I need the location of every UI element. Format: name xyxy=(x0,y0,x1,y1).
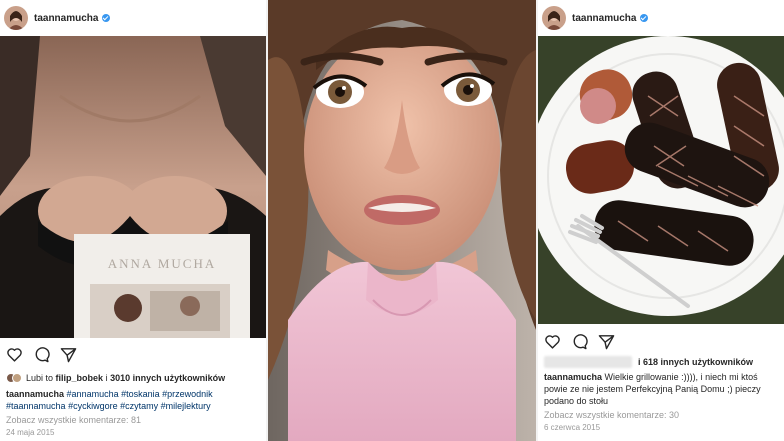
heart-icon[interactable] xyxy=(544,333,561,350)
hashtag[interactable]: #przewodnik xyxy=(162,389,213,399)
verified-icon xyxy=(102,14,111,22)
action-bar xyxy=(538,328,784,354)
left-post: taannamucha ANNA MUCHA Lubi to filip_bob… xyxy=(0,0,266,441)
post-header: taannamucha xyxy=(538,0,784,36)
share-icon[interactable] xyxy=(598,333,615,350)
book-title: ANNA MUCHA xyxy=(108,256,216,271)
caption: taannamucha #annamucha #toskania #przewo… xyxy=(6,388,262,412)
hashtag[interactable]: #milejlektury xyxy=(161,401,211,411)
selfie-photo xyxy=(268,0,536,441)
caption-area: Lubi to filip_bobek i 3010 innych użytko… xyxy=(6,372,262,439)
hashtag[interactable]: #cyckiwgore xyxy=(68,401,118,411)
comment-icon[interactable] xyxy=(33,346,50,363)
post-date: 24 maja 2015 xyxy=(6,428,55,437)
caption-area: i 618 innych użytkowników taannamucha Wi… xyxy=(544,356,780,434)
right-post: taannamucha i 618 innych użytkowników ta… xyxy=(538,0,784,441)
username[interactable]: taannamucha xyxy=(572,13,636,24)
post-date: 6 czerwca 2015 xyxy=(544,423,601,432)
caption: taannamucha Wielkie grillowanie :)))), i… xyxy=(544,371,780,407)
avatar[interactable] xyxy=(4,6,28,30)
username[interactable]: taannamucha xyxy=(34,13,98,24)
heart-icon[interactable] xyxy=(6,346,23,363)
liker-avatars xyxy=(6,373,22,383)
likes-row: i 618 innych użytkowników xyxy=(544,356,780,368)
comment-icon[interactable] xyxy=(571,333,588,350)
post-photo[interactable]: ANNA MUCHA xyxy=(0,36,266,338)
likes-prefix: Lubi to xyxy=(26,373,54,383)
hashtag[interactable]: #czytamy xyxy=(120,401,158,411)
avatar[interactable] xyxy=(542,6,566,30)
liker-username[interactable]: filip_bobek xyxy=(56,372,104,384)
caption-username[interactable]: taannamucha xyxy=(544,372,602,382)
post-photo[interactable] xyxy=(538,36,784,324)
action-bar xyxy=(0,341,266,367)
hashtag[interactable]: #taannamucha xyxy=(6,401,66,411)
likes-count[interactable]: 3010 innych użytkowników xyxy=(110,372,225,384)
post-header: taannamucha xyxy=(0,0,266,36)
share-icon[interactable] xyxy=(60,346,77,363)
caption-username[interactable]: taannamucha xyxy=(6,389,64,399)
hashtag[interactable]: #toskania xyxy=(121,389,160,399)
likes-row: Lubi to filip_bobek i 3010 innych użytko… xyxy=(6,372,262,384)
verified-icon xyxy=(640,14,649,22)
blurred-liker xyxy=(544,356,632,368)
view-comments-link[interactable]: Zobacz wszystkie komentarze: 81 xyxy=(6,414,262,426)
hashtag[interactable]: #annamucha xyxy=(67,389,119,399)
likes-and: i xyxy=(105,373,108,383)
view-comments-link[interactable]: Zobacz wszystkie komentarze: 30 xyxy=(544,409,780,421)
likes-count[interactable]: i 618 innych użytkowników xyxy=(638,356,753,368)
